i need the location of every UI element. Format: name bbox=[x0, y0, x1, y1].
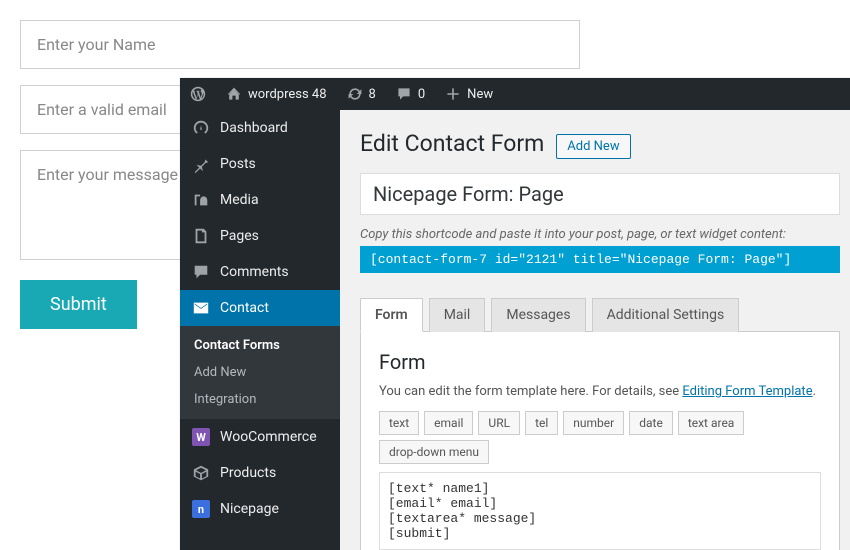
comment-icon bbox=[396, 86, 412, 102]
menu-media-label: Media bbox=[220, 192, 259, 208]
menu-posts-label: Posts bbox=[220, 156, 256, 172]
editor-tabs: Form Mail Messages Additional Settings bbox=[360, 297, 840, 332]
comments-icon bbox=[192, 263, 210, 281]
form-panel-help: You can edit the form template here. For… bbox=[379, 384, 821, 399]
menu-contact-label: Contact bbox=[220, 300, 269, 316]
menu-media[interactable]: Media bbox=[180, 182, 340, 218]
page-icon bbox=[192, 227, 210, 245]
refresh-icon bbox=[347, 86, 363, 102]
submenu-add-new[interactable]: Add New bbox=[180, 359, 340, 386]
menu-nicepage-label: Nicepage bbox=[220, 501, 279, 517]
dashboard-icon bbox=[192, 119, 210, 137]
menu-woo-label: WooCommerce bbox=[220, 429, 317, 445]
help-text: You can edit the form template here. For… bbox=[379, 384, 682, 399]
updates-count: 8 bbox=[369, 87, 376, 102]
home-icon bbox=[226, 86, 242, 102]
wordpress-icon bbox=[190, 86, 206, 102]
site-link[interactable]: wordpress 48 bbox=[216, 78, 337, 110]
menu-nicepage[interactable]: n Nicepage bbox=[180, 491, 340, 527]
nicepage-icon: n bbox=[192, 500, 210, 518]
pin-icon bbox=[192, 155, 210, 173]
menu-comments-label: Comments bbox=[220, 264, 289, 280]
page-heading: Edit Contact Form bbox=[360, 130, 544, 157]
admin-content: Edit Contact Form Add New Copy this shor… bbox=[340, 110, 850, 550]
menu-contact[interactable]: Contact bbox=[180, 290, 340, 326]
menu-products-label: Products bbox=[220, 465, 276, 481]
woo-icon: W bbox=[192, 428, 210, 446]
tab-additional[interactable]: Additional Settings bbox=[592, 298, 740, 332]
mail-icon bbox=[192, 299, 210, 317]
new-label: New bbox=[467, 87, 493, 102]
menu-products[interactable]: Products bbox=[180, 455, 340, 491]
form-panel-heading: Form bbox=[379, 350, 821, 374]
submenu-integration[interactable]: Integration bbox=[180, 386, 340, 413]
shortcode-box[interactable]: [contact-form-7 id="2121" title="Nicepag… bbox=[360, 246, 840, 273]
menu-comments[interactable]: Comments bbox=[180, 254, 340, 290]
menu-woocommerce[interactable]: W WooCommerce bbox=[180, 419, 340, 455]
menu-pages[interactable]: Pages bbox=[180, 218, 340, 254]
tag-text[interactable]: text bbox=[379, 411, 419, 435]
tag-number[interactable]: number bbox=[563, 411, 624, 435]
site-name: wordpress 48 bbox=[248, 87, 327, 102]
menu-dashboard[interactable]: Dashboard bbox=[180, 110, 340, 146]
menu-dashboard-label: Dashboard bbox=[220, 120, 288, 136]
media-icon bbox=[192, 191, 210, 209]
form-title-input[interactable] bbox=[360, 173, 840, 215]
plus-icon bbox=[445, 86, 461, 102]
new-link[interactable]: New bbox=[435, 78, 503, 110]
help-link[interactable]: Editing Form Template bbox=[682, 384, 812, 399]
tag-generator-bar: text email URL tel number date text area… bbox=[379, 411, 821, 464]
product-icon bbox=[192, 464, 210, 482]
admin-toolbar: wordpress 48 8 0 New bbox=[180, 78, 850, 110]
menu-contact-submenu: Contact Forms Add New Integration bbox=[180, 326, 340, 419]
admin-sidebar: Dashboard Posts Media Pages Comments Con… bbox=[180, 110, 340, 550]
add-new-button[interactable]: Add New bbox=[556, 134, 630, 159]
tag-dropdown[interactable]: drop-down menu bbox=[379, 440, 489, 464]
shortcode-hint: Copy this shortcode and paste it into yo… bbox=[360, 227, 840, 242]
form-template-editor[interactable]: [text* name1] [email* email] [textarea* … bbox=[379, 472, 821, 550]
wp-logo[interactable] bbox=[180, 78, 216, 110]
submenu-contact-forms[interactable]: Contact Forms bbox=[180, 332, 340, 359]
tag-textarea[interactable]: text area bbox=[678, 411, 745, 435]
tag-email[interactable]: email bbox=[424, 411, 473, 435]
tab-mail[interactable]: Mail bbox=[429, 298, 486, 332]
tab-form[interactable]: Form bbox=[360, 298, 423, 332]
tag-url[interactable]: URL bbox=[478, 411, 520, 435]
submit-button[interactable]: Submit bbox=[20, 280, 137, 329]
comments-link[interactable]: 0 bbox=[386, 78, 435, 110]
updates-link[interactable]: 8 bbox=[337, 78, 386, 110]
name-input[interactable] bbox=[20, 20, 580, 69]
tag-tel[interactable]: tel bbox=[525, 411, 558, 435]
tag-date[interactable]: date bbox=[629, 411, 673, 435]
tab-messages[interactable]: Messages bbox=[491, 298, 585, 332]
form-panel: Form You can edit the form template here… bbox=[360, 332, 840, 550]
wp-admin-window: wordpress 48 8 0 New Dashboard Posts Med… bbox=[180, 78, 850, 550]
comments-count: 0 bbox=[418, 87, 425, 102]
menu-pages-label: Pages bbox=[220, 228, 259, 244]
menu-posts[interactable]: Posts bbox=[180, 146, 340, 182]
